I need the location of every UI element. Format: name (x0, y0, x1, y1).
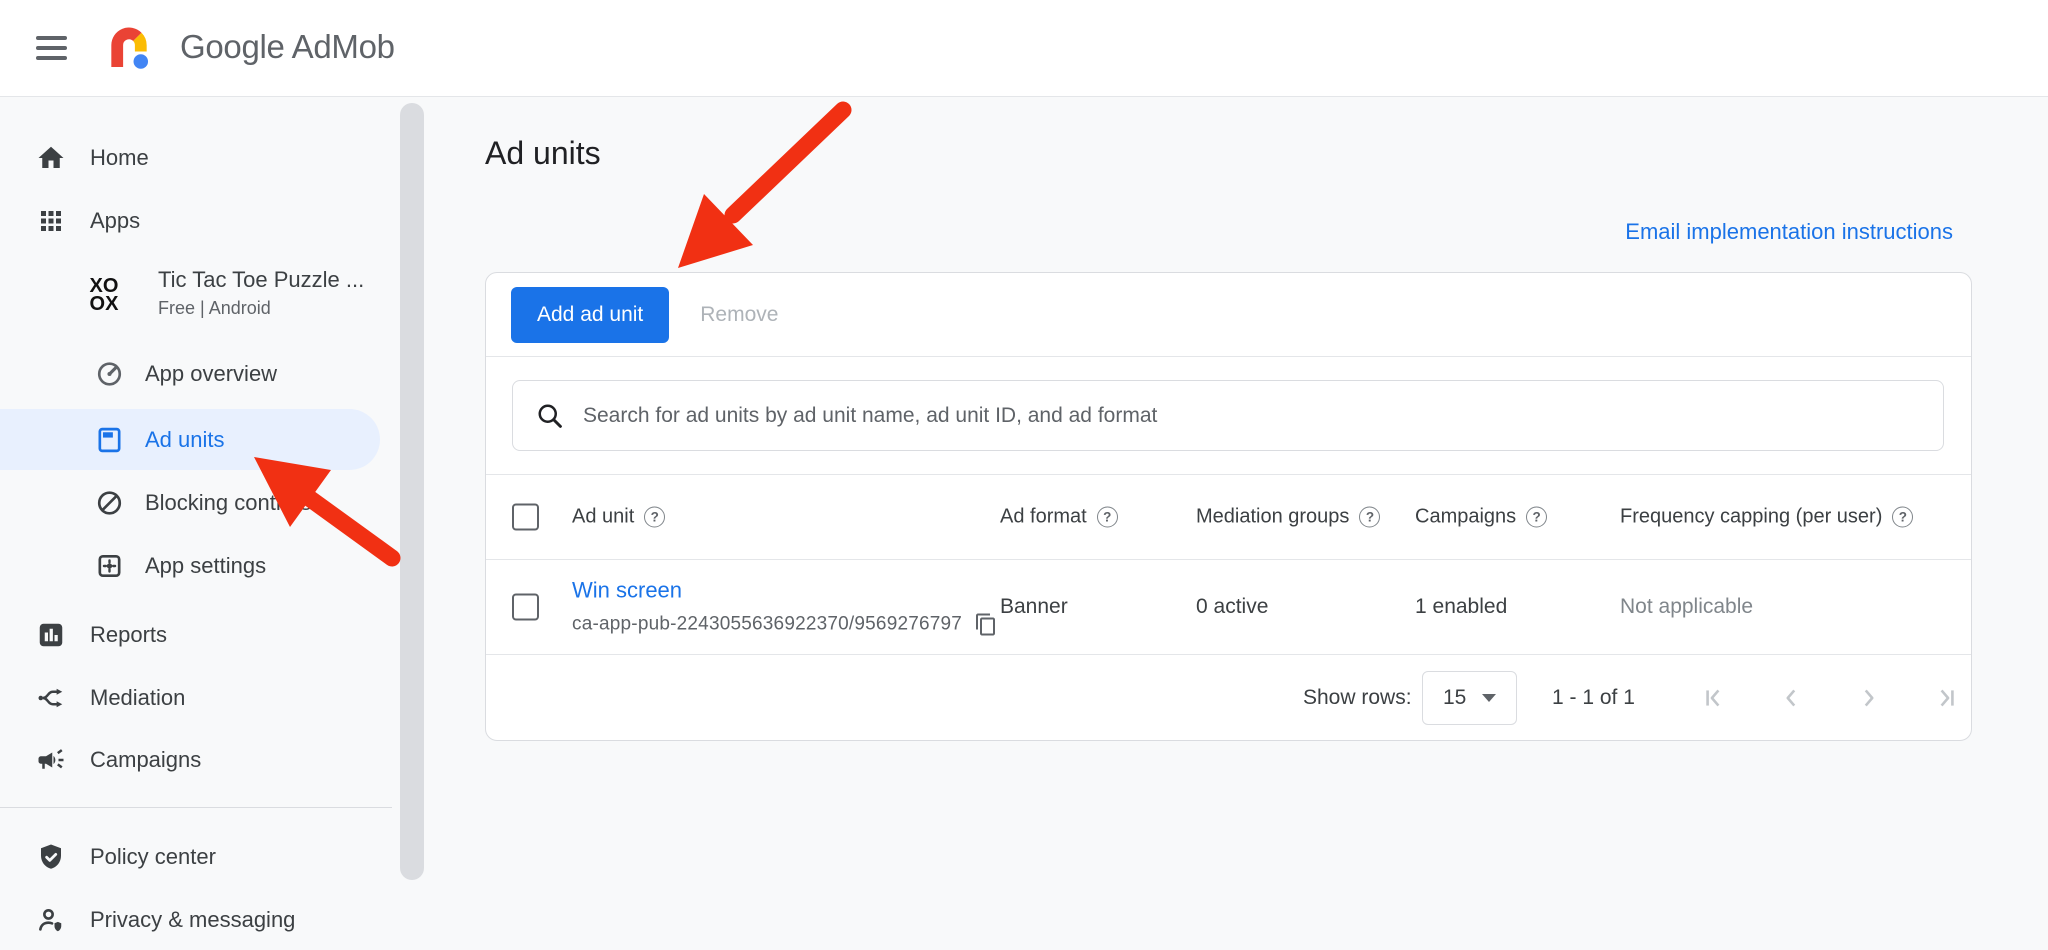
sidebar-scrollbar[interactable] (400, 103, 424, 880)
sidebar-item-label: Ad units (145, 427, 225, 453)
app-texts: Tic Tac Toe Puzzle ... Free | Android (158, 267, 364, 319)
search-input[interactable] (583, 404, 1943, 428)
top-app-bar: Google AdMob (0, 0, 2048, 97)
admob-logo-icon (100, 18, 158, 76)
table-header-row: Ad unit ? Ad format ? Mediation groups ?… (486, 474, 1971, 559)
sidebar-item-policy-center[interactable]: Policy center (0, 826, 380, 888)
admob-app: Google AdMob Home Apps XO OX (0, 0, 2048, 950)
toolbar: Add ad unit Remove (486, 273, 1971, 356)
first-page-icon[interactable] (1700, 685, 1726, 711)
email-implementation-link[interactable]: Email implementation instructions (1625, 219, 1953, 245)
pagination-bar: Show rows: 15 1 - 1 of 1 (486, 654, 1971, 741)
last-page-icon[interactable] (1934, 685, 1960, 711)
sidebar-item-campaigns[interactable]: Campaigns (0, 729, 380, 791)
cell-campaigns: 1 enabled (1415, 595, 1507, 619)
page-title: Ad units (485, 137, 601, 169)
menu-bar (36, 46, 67, 50)
sidebar-item-label: Reports (90, 622, 167, 648)
ad-unit-icon (95, 425, 124, 454)
apps-grid-icon (36, 206, 66, 236)
sidebar-item-privacy-messaging[interactable]: Privacy & messaging (0, 889, 380, 950)
menu-bar (36, 56, 67, 60)
sidebar-divider (0, 807, 392, 808)
select-all-checkbox[interactable] (512, 504, 539, 531)
sidebar-app-tic-tac-toe[interactable]: XO OX Tic Tac Toe Puzzle ... Free | Andr… (0, 265, 380, 331)
search-box (512, 380, 1944, 451)
admob-logo[interactable]: Google AdMob (100, 18, 395, 76)
cell-ad-format: Banner (1000, 595, 1068, 619)
app-name: Tic Tac Toe Puzzle ... (158, 267, 364, 293)
search-row (486, 356, 1971, 474)
column-header-mediation-groups: Mediation groups (1196, 506, 1349, 529)
pagination-range: 1 - 1 of 1 (1552, 686, 1635, 710)
sidebar-item-label: Privacy & messaging (90, 907, 295, 933)
content-area: Home Apps XO OX Tic Tac Toe Puzzle ... F… (0, 97, 2048, 950)
reports-icon (36, 620, 66, 650)
app-icon: XO OX (83, 271, 125, 319)
person-badge-icon (36, 905, 66, 935)
ad-units-card: Add ad unit Remove (485, 272, 1972, 741)
sidebar-item-blocking-controls[interactable]: Blocking controls (0, 472, 380, 534)
search-icon (535, 401, 565, 431)
ad-unit-name-link[interactable]: Win screen (572, 578, 998, 604)
sidebar-item-label: Policy center (90, 844, 216, 870)
sidebar-item-app-settings[interactable]: App settings (0, 535, 380, 597)
chevron-down-icon (1482, 694, 1496, 702)
blocked-icon (95, 489, 124, 518)
sidebar-item-app-overview[interactable]: App overview (0, 343, 380, 405)
help-icon[interactable]: ? (1359, 507, 1380, 528)
sidebar-item-mediation[interactable]: Mediation (0, 667, 380, 729)
gauge-icon (95, 360, 124, 389)
sidebar-item-home[interactable]: Home (0, 127, 380, 189)
sidebar-item-label: Home (90, 145, 149, 171)
column-header-frequency-capping: Frequency capping (per user) (1620, 506, 1882, 529)
next-page-icon[interactable] (1856, 685, 1882, 711)
row-checkbox[interactable] (512, 594, 539, 621)
brand-wordmark: Google AdMob (180, 28, 395, 66)
help-icon[interactable]: ? (1526, 507, 1547, 528)
menu-icon[interactable] (36, 31, 70, 65)
sidebar-item-label: Blocking controls (145, 490, 311, 516)
sidebar-item-reports[interactable]: Reports (0, 604, 380, 666)
sidebar-item-label: Campaigns (90, 747, 201, 773)
cell-frequency-capping: Not applicable (1620, 595, 1753, 619)
sidebar-item-label: App settings (145, 553, 266, 579)
sidebar-item-label: App overview (145, 361, 277, 387)
rows-per-page-value: 15 (1443, 686, 1466, 710)
sidebar: Home Apps XO OX Tic Tac Toe Puzzle ... F… (0, 97, 440, 950)
home-icon (36, 143, 66, 173)
app-icon-row: OX (90, 295, 119, 313)
remove-button[interactable]: Remove (700, 303, 778, 327)
add-ad-unit-button[interactable]: Add ad unit (511, 287, 669, 343)
show-rows-label: Show rows: (1303, 686, 1412, 710)
app-meta: Free | Android (158, 298, 364, 319)
shield-check-icon (36, 842, 66, 872)
previous-page-icon[interactable] (1778, 685, 1804, 711)
menu-bar (36, 36, 67, 40)
sidebar-item-apps[interactable]: Apps (0, 190, 380, 252)
help-icon[interactable]: ? (1097, 507, 1118, 528)
settings-icon (95, 552, 124, 581)
column-header-campaigns: Campaigns (1415, 506, 1516, 529)
sidebar-item-ad-units[interactable]: Ad units (0, 409, 380, 470)
sidebar-item-label: Apps (90, 208, 140, 234)
megaphone-icon (36, 745, 66, 775)
cell-mediation-groups: 0 active (1196, 595, 1268, 619)
help-icon[interactable]: ? (644, 507, 665, 528)
rows-per-page-select[interactable]: 15 (1422, 671, 1517, 725)
column-header-ad-format: Ad format (1000, 506, 1087, 529)
copy-icon[interactable] (974, 613, 998, 637)
sidebar-item-label: Mediation (90, 685, 185, 711)
ad-unit-id: ca-app-pub-2243055636922370/9569276797 (572, 614, 962, 636)
mediation-icon (36, 683, 66, 713)
table-row: Win screen ca-app-pub-2243055636922370/9… (486, 559, 1971, 654)
column-header-ad-unit: Ad unit (572, 506, 634, 529)
help-icon[interactable]: ? (1892, 507, 1913, 528)
